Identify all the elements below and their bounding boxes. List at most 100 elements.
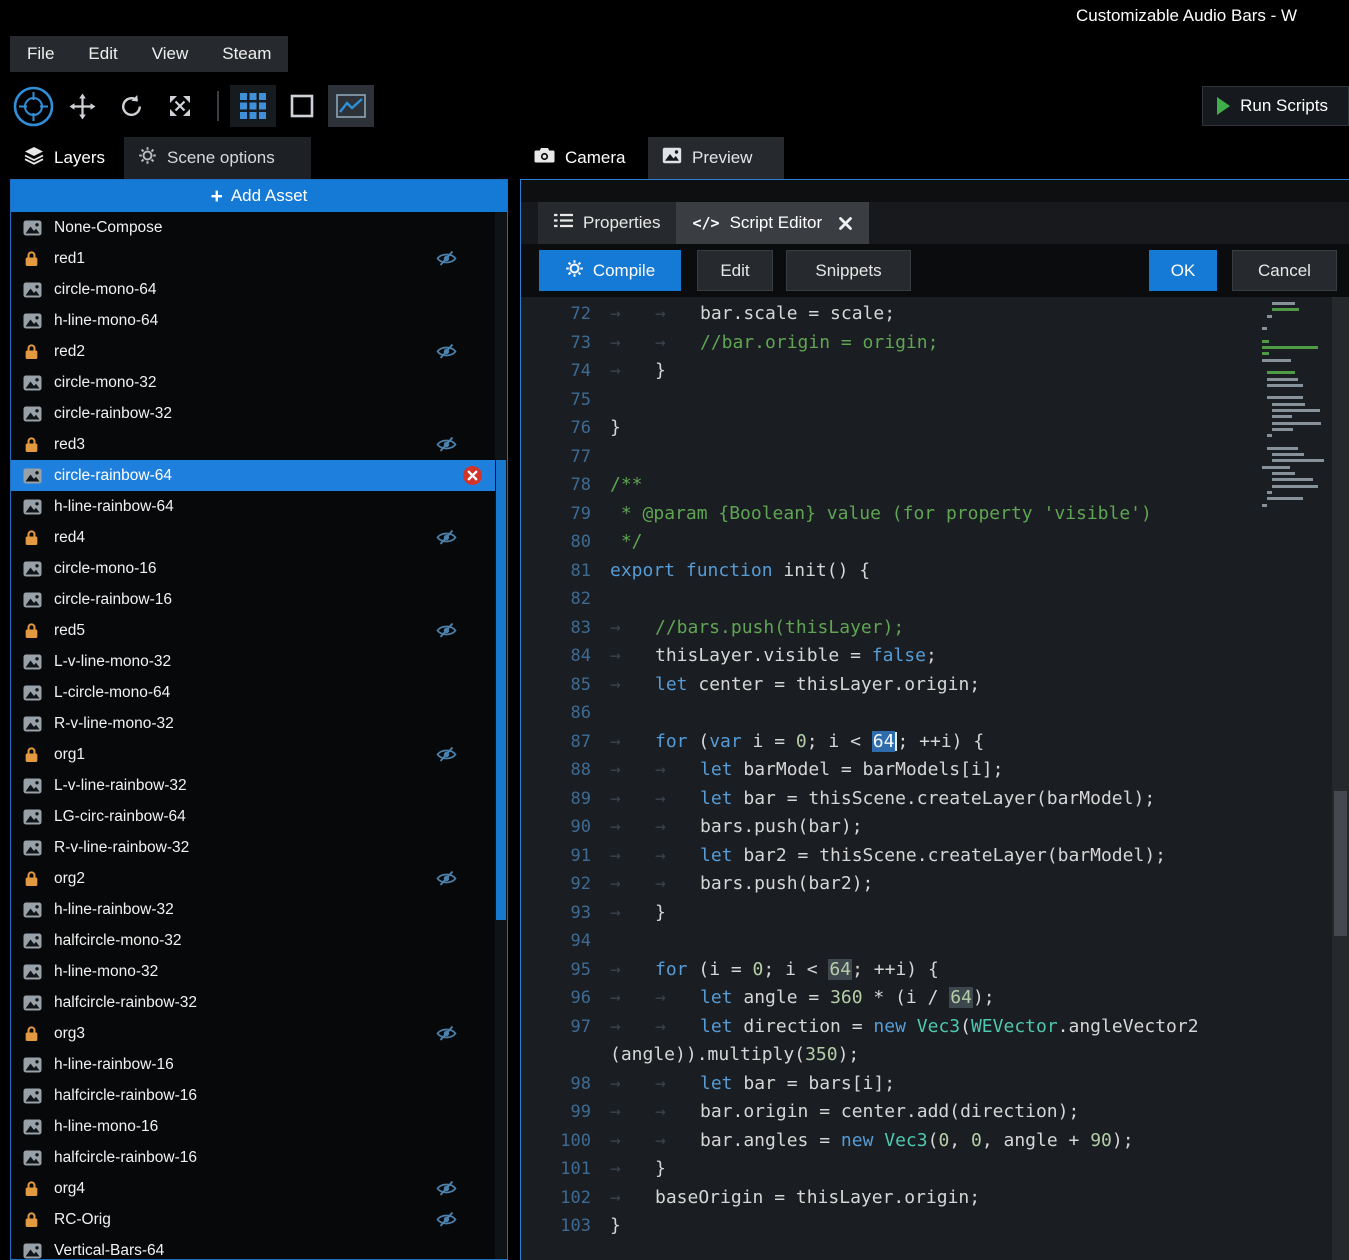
tab-script-editor[interactable]: </> Script Editor: [676, 202, 870, 244]
ok-button[interactable]: OK: [1149, 250, 1217, 291]
layer-row[interactable]: circle-mono-16: [11, 553, 507, 584]
code-line[interactable]: 82: [521, 585, 1349, 614]
visibility-off-icon[interactable]: [436, 343, 457, 365]
visibility-off-icon[interactable]: [436, 529, 457, 551]
code-line[interactable]: 88 → → let barModel = barModels[i];: [521, 756, 1349, 785]
snippets-button[interactable]: Snippets: [786, 250, 911, 291]
layer-row[interactable]: L-v-line-mono-32: [11, 646, 507, 677]
layer-row[interactable]: red2: [11, 336, 507, 367]
code-line[interactable]: 93 →}: [521, 899, 1349, 928]
layer-row[interactable]: h-line-mono-32: [11, 956, 507, 987]
layers-scrollbar-thumb[interactable]: [496, 460, 506, 920]
code-line[interactable]: 91 → → let bar2 = thisScene.createLayer(bar…: [521, 842, 1349, 871]
visibility-off-icon[interactable]: [436, 746, 457, 768]
layer-row[interactable]: L-circle-mono-64: [11, 677, 507, 708]
code-line[interactable]: 77: [521, 443, 1349, 472]
minimap[interactable]: [1262, 302, 1325, 510]
rotate-tool-icon[interactable]: [108, 85, 154, 127]
layer-row[interactable]: org1: [11, 739, 507, 770]
editor-scrollbar[interactable]: [1332, 297, 1349, 1260]
layer-row[interactable]: org2: [11, 863, 507, 894]
layer-row[interactable]: h-line-mono-16: [11, 1111, 507, 1142]
code-line[interactable]: 81 export function init() {: [521, 557, 1349, 586]
remove-layer-icon[interactable]: [462, 465, 483, 491]
menu-file[interactable]: File: [10, 36, 71, 72]
code-line[interactable]: 75: [521, 386, 1349, 415]
layer-row[interactable]: red1: [11, 243, 507, 274]
grid-toggle-icon[interactable]: [230, 85, 276, 127]
tab-camera[interactable]: Camera: [520, 137, 648, 179]
close-tab-icon[interactable]: [838, 216, 853, 231]
code-line[interactable]: 76}: [521, 414, 1349, 443]
tab-preview[interactable]: Preview: [648, 137, 784, 179]
menu-edit[interactable]: Edit: [71, 36, 134, 72]
code-line[interactable]: 90 → → bars.push(bar);: [521, 813, 1349, 842]
code-line[interactable]: 96 → → let angle = 360 * (i / 64);: [521, 984, 1349, 1013]
code-line[interactable]: 89 → → let bar = thisScene.createLayer(barM…: [521, 785, 1349, 814]
menu-steam[interactable]: Steam: [205, 36, 288, 72]
code-line[interactable]: 99 → → bar.origin = center.add(direction);: [521, 1098, 1349, 1127]
layer-row[interactable]: halfcircle-mono-32: [11, 925, 507, 956]
cancel-button[interactable]: Cancel: [1232, 250, 1337, 291]
layer-row[interactable]: org3: [11, 1018, 507, 1049]
layer-row[interactable]: red5: [11, 615, 507, 646]
tab-scene-options[interactable]: Scene options: [124, 137, 311, 179]
code-line[interactable]: 87 → for (var i = 0; i < 64; ++i) {: [521, 728, 1349, 757]
layer-row[interactable]: circle-mono-64: [11, 274, 507, 305]
code-line[interactable]: 78 /**: [521, 471, 1349, 500]
layer-row[interactable]: Vertical-Bars-64: [11, 1235, 507, 1259]
layer-row[interactable]: h-line-rainbow-16: [11, 1049, 507, 1080]
code-line[interactable]: 92 → → bars.push(bar2);: [521, 870, 1349, 899]
code-line[interactable]: 98 → → let bar = bars[i];: [521, 1070, 1349, 1099]
visibility-off-icon[interactable]: [436, 622, 457, 644]
code-line[interactable]: 74 →}: [521, 357, 1349, 386]
chart-toggle-icon[interactable]: [328, 85, 374, 127]
code-editor[interactable]: 72 → → bar.scale = scale; 73 → →//bar.origin =…: [521, 297, 1349, 1260]
layer-row[interactable]: RC-Orig: [11, 1204, 507, 1235]
code-line[interactable]: 72 → → bar.scale = scale;: [521, 300, 1349, 329]
tab-layers[interactable]: Layers: [10, 137, 124, 179]
add-asset-button[interactable]: + Add Asset: [11, 180, 507, 212]
code-line[interactable]: 94: [521, 927, 1349, 956]
code-line[interactable]: 102 → baseOrigin = thisLayer.origin;: [521, 1184, 1349, 1213]
visibility-off-icon[interactable]: [436, 870, 457, 892]
code-line[interactable]: 79 * @param {Boolean} value (for propert…: [521, 500, 1349, 529]
layer-row[interactable]: halfcircle-rainbow-16: [11, 1142, 507, 1173]
visibility-off-icon[interactable]: [436, 1211, 457, 1233]
edit-button[interactable]: Edit: [697, 250, 773, 291]
layer-row[interactable]: h-line-rainbow-64: [11, 491, 507, 522]
layer-row[interactable]: circle-rainbow-32: [11, 398, 507, 429]
layer-row[interactable]: circle-mono-32: [11, 367, 507, 398]
layer-row[interactable]: org4: [11, 1173, 507, 1204]
select-crosshair-tool-icon[interactable]: [10, 85, 56, 127]
layer-row[interactable]: R-v-line-rainbow-32: [11, 832, 507, 863]
visibility-off-icon[interactable]: [436, 1025, 457, 1047]
layer-row[interactable]: halfcircle-rainbow-32: [11, 987, 507, 1018]
code-line[interactable]: 103}: [521, 1212, 1349, 1241]
layer-row[interactable]: red4: [11, 522, 507, 553]
layers-scrollbar[interactable]: [495, 212, 507, 1259]
layer-row[interactable]: None-Compose: [11, 212, 507, 243]
layer-row[interactable]: h-line-rainbow-32: [11, 894, 507, 925]
code-line[interactable]: 84 → thisLayer.visible = false;: [521, 642, 1349, 671]
tab-properties[interactable]: Properties: [538, 202, 677, 244]
visibility-off-icon[interactable]: [436, 436, 457, 458]
code-line[interactable]: 73 → →//bar.origin = origin;: [521, 329, 1349, 358]
layer-row[interactable]: halfcircle-rainbow-16: [11, 1080, 507, 1111]
code-line[interactable]: 95 → for (i = 0; i < 64; ++i) {: [521, 956, 1349, 985]
layer-row[interactable]: circle-rainbow-16: [11, 584, 507, 615]
code-line[interactable]: 85 → let center = thisLayer.origin;: [521, 671, 1349, 700]
code-line[interactable]: 80 */: [521, 528, 1349, 557]
compile-button[interactable]: Compile: [539, 250, 681, 291]
code-line[interactable]: 86: [521, 699, 1349, 728]
scale-tool-icon[interactable]: [157, 85, 203, 127]
code-line[interactable]: 83 →//bars.push(thisLayer);: [521, 614, 1349, 643]
visibility-off-icon[interactable]: [436, 250, 457, 272]
code-line[interactable]: 100 → → bar.angles = new Vec3(0, 0, angle +…: [521, 1127, 1349, 1156]
layer-row[interactable]: LG-circ-rainbow-64: [11, 801, 507, 832]
layer-row[interactable]: h-line-mono-64: [11, 305, 507, 336]
visibility-off-icon[interactable]: [436, 1180, 457, 1202]
layer-row[interactable]: circle-rainbow-64: [11, 460, 507, 491]
code-line[interactable]: 97 → → let direction = new Vec3(WEVector.an…: [521, 1013, 1349, 1042]
editor-scrollbar-thumb[interactable]: [1334, 791, 1347, 936]
